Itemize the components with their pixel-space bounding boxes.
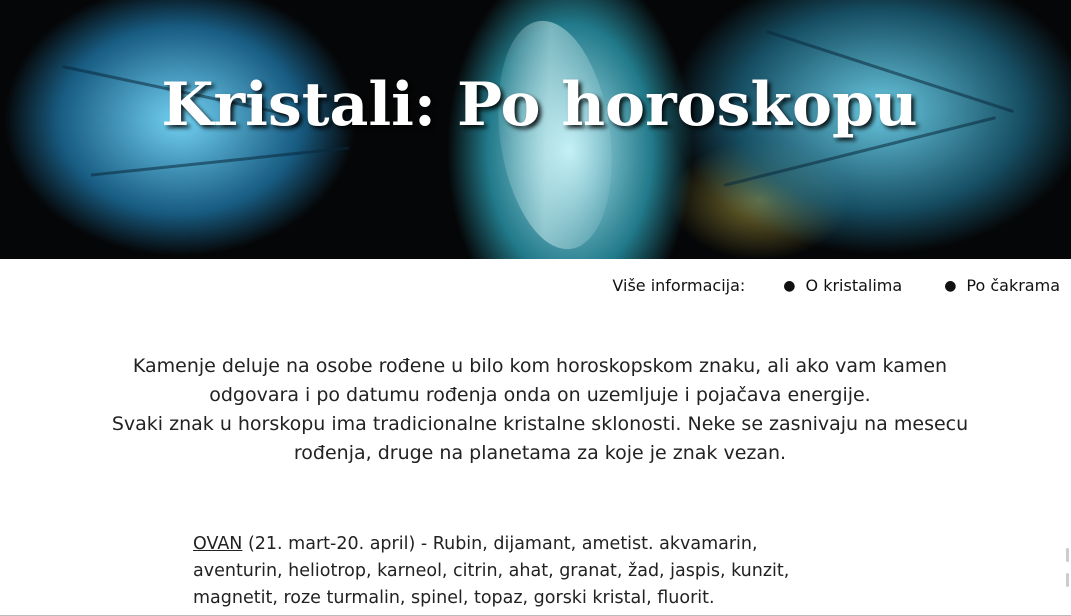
banner-texture [90,146,350,177]
header-banner: Kristali: Po horoskopu [0,0,1071,259]
scroll-indicator [1066,548,1069,562]
scroll-indicator [1066,573,1069,587]
intro-paragraph: Kamenje deluje na osobe rođene u bilo ko… [132,355,948,406]
nav-link-po-cakrama[interactable]: Po čakrama [966,276,1060,295]
sign-entry-ovan: OVAN (21. mart-20. april) - Rubin, dijam… [193,531,843,612]
nav-item-po-cakrama: ● Po čakrama [944,276,1060,295]
intro-paragraph: Svaki znak u horskopu ima tradicionalne … [111,413,969,464]
intro-text: Kamenje deluje na osobe rođene u bilo ko… [90,352,990,468]
page-title: Kristali: Po horoskopu [161,70,918,140]
sign-description: (21. mart-20. april) - Rubin, dijamant, … [193,534,790,608]
nav-item-o-kristalima: ● O kristalima [783,276,902,295]
sign-name-link[interactable]: OVAN [193,534,242,554]
more-info-nav: Više informacija: ● O kristalima ● Po ča… [612,276,1060,295]
nav-label: Više informacija: [612,276,746,295]
bullet-icon: ● [944,277,957,294]
bullet-icon: ● [783,277,796,294]
nav-link-o-kristalima[interactable]: O kristalima [806,276,903,295]
